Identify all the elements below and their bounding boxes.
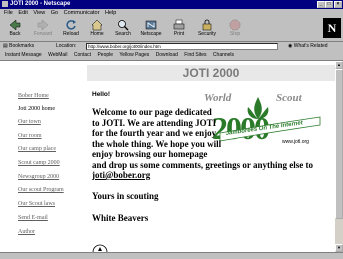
hello-heading: Hello!: [92, 91, 111, 98]
vertical-scrollbar[interactable]: ▲ ▼: [335, 61, 343, 252]
print-button[interactable]: Print: [168, 18, 190, 40]
security-button[interactable]: Security: [196, 18, 218, 40]
location-label: Location:: [56, 43, 77, 49]
location-input[interactable]: http://www.bober.org/jot00/index.htm: [86, 43, 278, 50]
bookmarks-label: Bookmarks: [9, 43, 35, 49]
netscape-button[interactable]: Netscape: [140, 18, 162, 40]
reload-icon: [66, 20, 76, 30]
whats-related-button[interactable]: ◉ What's Related: [288, 42, 328, 51]
nav-newsgroup-2000[interactable]: Newsgroup 2000: [18, 174, 59, 180]
channels-button[interactable]: Channels: [213, 52, 234, 58]
back-button[interactable]: Back: [4, 18, 26, 40]
menu-communicator[interactable]: Communicator: [64, 10, 100, 16]
email-link[interactable]: joti@bober.org: [92, 170, 150, 181]
scroll-up-arrow-icon[interactable]: ▲: [335, 61, 343, 69]
welcome-line: to JOTI. We are attending JOTI: [92, 117, 217, 128]
security-icon: [202, 19, 212, 31]
menu-bar: File Edit View Go Communicator Help: [0, 9, 343, 17]
security-label: Security: [197, 31, 217, 37]
webmail-button[interactable]: WebMail: [48, 52, 67, 58]
netscape-window-icon: [2, 1, 8, 7]
back-label: Back: [9, 31, 21, 37]
instant-message-button[interactable]: Instant Message: [5, 52, 42, 58]
download-button[interactable]: Download: [156, 52, 178, 58]
home-button[interactable]: Home: [86, 18, 108, 40]
back-arrow-icon: [9, 19, 21, 31]
search-button[interactable]: Search: [112, 18, 134, 40]
scroll-down-arrow-icon[interactable]: ▼: [335, 244, 343, 252]
menu-edit[interactable]: Edit: [18, 10, 27, 16]
welcome-line: the whole thing. We hope you will: [92, 138, 222, 149]
search-icon: [118, 20, 129, 31]
menu-help[interactable]: Help: [105, 10, 116, 16]
nav-our-town[interactable]: Our town: [18, 119, 41, 125]
forward-arrow-icon: [37, 19, 49, 31]
logo-site: www.jotl.org: [282, 139, 309, 145]
signature: White Beavers: [92, 213, 149, 223]
menu-go[interactable]: Go: [51, 10, 58, 16]
forward-label: Forward: [33, 31, 53, 37]
close-button[interactable]: ×: [334, 1, 342, 8]
logo-word-2: Scout: [276, 92, 303, 104]
nav-our-room[interactable]: Our room: [18, 133, 42, 139]
related-icon: ◉: [288, 43, 293, 49]
footer-emblem-icon: [92, 244, 108, 252]
stop-label: Stop: [229, 31, 241, 37]
whats-related-label: What's Related: [293, 43, 328, 49]
location-toolbar: ▤ Bookmarks Location: http://www.bober.o…: [0, 42, 343, 51]
scrollbar-thumb[interactable]: [335, 69, 343, 219]
reload-label: Reload: [63, 31, 79, 37]
logo-word-1: World: [204, 92, 232, 104]
netscape-icon: [145, 20, 157, 30]
netscape-logo-icon: N: [323, 18, 341, 38]
home-label: Home: [90, 31, 104, 37]
nav-bober-home[interactable]: Bober Home: [18, 93, 49, 99]
stop-button[interactable]: Stop: [224, 18, 246, 40]
forward-button[interactable]: Forward: [32, 18, 54, 40]
welcome-line: Welcome to our page dedicated: [92, 107, 212, 117]
contact-button[interactable]: Contact: [74, 52, 91, 58]
minimize-button[interactable]: _: [317, 1, 325, 8]
stop-icon: [229, 19, 241, 31]
print-label: Print: [173, 31, 185, 37]
window-titlebar: JOTI 2000 - Netscape _ □ ×: [0, 0, 343, 9]
page-title: JOTI 2000: [87, 65, 335, 81]
find-sites-button[interactable]: Find Sites: [184, 52, 206, 58]
navigation-toolbar: Back Forward Reload Home Search Netscape…: [0, 17, 343, 42]
nav-author[interactable]: Author: [18, 229, 35, 235]
menu-file[interactable]: File: [4, 10, 13, 16]
bookmarks-button[interactable]: ▤ Bookmarks: [3, 42, 34, 51]
menu-view[interactable]: View: [33, 10, 45, 16]
welcome-line: for the fourth year and we enjoy: [92, 128, 217, 138]
people-button[interactable]: People: [97, 52, 113, 58]
reload-button[interactable]: Reload: [60, 18, 82, 40]
personal-toolbar: Instant Message WebMail Contact People Y…: [0, 51, 343, 61]
page-viewport: JOTI 2000 Bober Home Joti 2000 home Our …: [0, 61, 335, 252]
yellow-pages-button[interactable]: Yellow Pages: [119, 52, 149, 58]
maximize-button[interactable]: □: [325, 1, 333, 8]
netscape-label: Netscape: [140, 31, 162, 37]
nav-joti-2000-home: Joti 2000 home: [18, 106, 55, 112]
nav-our-scout-laws[interactable]: Our Scout laws: [18, 201, 55, 207]
signoff: Yours in scouting: [92, 191, 159, 201]
nav-scout-camp-2000[interactable]: Scout camp 2000: [18, 160, 60, 166]
home-icon: [91, 19, 103, 31]
nav-our-scout-program[interactable]: Our scout Program: [18, 187, 64, 193]
window-title: JOTI 2000 - Netscape: [10, 1, 71, 7]
welcome-line: and drop us some comments, greetings or …: [92, 159, 314, 170]
welcome-line: enjoy browsing our homepage: [92, 149, 208, 159]
bookmarks-icon: ▤: [3, 43, 8, 49]
print-icon: [173, 19, 185, 30]
search-label: Search: [115, 31, 131, 37]
nav-our-camp-place[interactable]: Our camp place: [18, 146, 56, 152]
nav-send-email[interactable]: Send E-mail: [18, 215, 48, 221]
